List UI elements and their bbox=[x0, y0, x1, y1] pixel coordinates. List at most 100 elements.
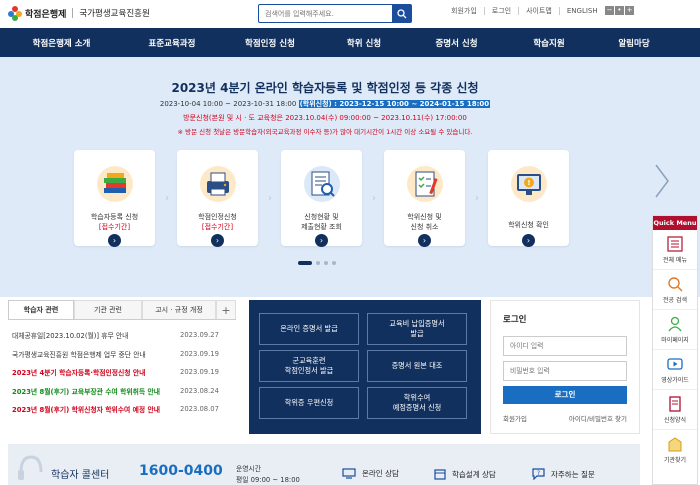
menu-grid-icon bbox=[667, 236, 683, 252]
nav-item-credit[interactable]: 학점인정 신청 bbox=[221, 28, 319, 57]
tab-regulations[interactable]: 고시 · 규정 개정 bbox=[142, 300, 216, 319]
slider-dot[interactable] bbox=[298, 261, 312, 265]
military-credit-button[interactable]: 군교육훈련 학점인정서 발급 bbox=[259, 350, 359, 382]
tuition-certificate-button[interactable]: 교육비 납입증명서 발급 bbox=[367, 313, 467, 345]
tab-institution[interactable]: 기관 관련 bbox=[74, 300, 142, 319]
degree-expected-button[interactable]: 학위수여 예정증명서 신청 bbox=[367, 387, 467, 419]
card-label: 신청현황 및 제출현황 조회 bbox=[301, 213, 342, 231]
online-consult-link[interactable]: 온라인 상담 bbox=[342, 468, 399, 479]
list-item[interactable]: 대체공휴일[2023.10.02(월)] 휴무 안내 2023.09.27 bbox=[8, 326, 236, 345]
chevron-right-icon: › bbox=[475, 193, 479, 204]
card-go-button[interactable]: › bbox=[315, 234, 328, 247]
slider-next-button[interactable] bbox=[652, 161, 672, 201]
logo-text: 학점은행제 bbox=[25, 9, 67, 20]
find-account-link[interactable]: 아이디/비밀번호 찾기 bbox=[569, 413, 627, 423]
font-decrease-button[interactable]: − bbox=[605, 6, 614, 15]
font-increase-button[interactable]: + bbox=[625, 6, 634, 15]
certificate-verify-button[interactable]: 증명서 원본 대조 bbox=[367, 350, 467, 382]
font-reset-button[interactable]: • bbox=[615, 6, 624, 15]
diploma-mail-button[interactable]: 학위증 우편신청 bbox=[259, 387, 359, 419]
hero-visit-notice: 방문신청(본원 및 시 · 도 교육청은 2023.10.04(수) 09:00… bbox=[183, 114, 467, 122]
slider-dot[interactable] bbox=[316, 261, 320, 265]
svg-text:?: ? bbox=[537, 470, 540, 477]
sitemap-link[interactable]: 사이트맵 bbox=[519, 6, 559, 16]
list-item[interactable]: 2023년 4분기 학습자등록·학점인정신청 안내 2023.09.19 bbox=[8, 363, 236, 382]
top-header: 학점은행제 국가평생교육진흥원 회원가입 로그인 사이트맵 ENGLISH − … bbox=[0, 0, 700, 28]
checklist-icon bbox=[407, 166, 443, 202]
faq-link[interactable]: ? 자주하는 질문 bbox=[532, 468, 595, 480]
site-logo[interactable]: 학점은행제 국가평생교육진흥원 bbox=[8, 5, 150, 21]
call-center-number: 1600-0400 bbox=[139, 463, 223, 479]
chevron-right-icon: › bbox=[268, 193, 272, 204]
video-icon bbox=[667, 358, 683, 370]
nav-item-certificate[interactable]: 증명서 신청 bbox=[409, 28, 504, 57]
notice-list: 대체공휴일[2023.10.02(월)] 휴무 안내 2023.09.27 국가평… bbox=[8, 320, 236, 419]
nav-item-curriculum[interactable]: 표준교육과정 bbox=[123, 28, 221, 57]
study-plan-consult-link[interactable]: 학습설계 상담 bbox=[434, 468, 496, 480]
call-center-label: 학습자 콜센터 bbox=[51, 470, 110, 481]
online-certificate-button[interactable]: 온라인 증명서 발급 bbox=[259, 313, 359, 345]
nav-item-support[interactable]: 학습지원 bbox=[504, 28, 594, 57]
nav-item-notice[interactable]: 알림마당 bbox=[594, 28, 674, 57]
list-item[interactable]: 2023년 8월(후기) 교육부장관 수여 학위취득 안내 2023.08.24 bbox=[8, 382, 236, 401]
quick-menu-video-guide[interactable]: 영상가이드 bbox=[653, 350, 697, 390]
org-name: 국가평생교육진흥원 bbox=[79, 9, 150, 19]
printer-icon bbox=[200, 166, 236, 202]
signup-link[interactable]: 회원가입 bbox=[503, 413, 527, 423]
hours-value: 평일 09:00 ~ 18:00 bbox=[236, 476, 300, 484]
alert-monitor-icon: ! bbox=[511, 166, 547, 202]
call-center-bar: 학습자 콜센터 1600-0400 운영시간 평일 09:00 ~ 18:00 … bbox=[8, 444, 640, 485]
monitor-icon bbox=[342, 468, 356, 479]
card-status-inquiry[interactable]: 신청현황 및 제출현황 조회 › bbox=[281, 150, 362, 247]
card-go-button[interactable]: › bbox=[108, 234, 121, 247]
card-credit-application[interactable]: 학점인정신청 [접수기간] › bbox=[177, 150, 258, 247]
hero-banner: 2023년 4분기 온라인 학습자등록 및 학점인정 등 각종 신청 2023-… bbox=[0, 57, 700, 297]
hero-date: 2023-10-04 10:00 ~ 2023-10-31 18:00 (학위신… bbox=[0, 99, 650, 109]
nav-item-degree[interactable]: 학위 신청 bbox=[319, 28, 409, 57]
password-input[interactable] bbox=[503, 361, 627, 381]
login-link[interactable]: 로그인 bbox=[485, 6, 518, 16]
search-input[interactable] bbox=[259, 5, 391, 22]
quick-menu-mypage[interactable]: 마이페이지 bbox=[653, 310, 697, 350]
list-item[interactable]: 국가평생교육진흥원 학점은행제 업무 중단 안내 2023.09.19 bbox=[8, 345, 236, 364]
more-plus-icon[interactable]: + bbox=[216, 300, 236, 319]
card-label: 학점인정신청 [접수기간] bbox=[198, 213, 237, 231]
slider-dot[interactable] bbox=[324, 261, 328, 265]
quick-menu-all[interactable]: 전체 메뉴 bbox=[653, 230, 697, 270]
login-title: 로그인 bbox=[503, 315, 527, 325]
card-degree-confirm[interactable]: ! 학위신청 확인 › bbox=[488, 150, 569, 247]
signup-link[interactable]: 회원가입 bbox=[444, 6, 484, 16]
tab-learner[interactable]: 학습자 관련 bbox=[8, 300, 74, 319]
quick-menu-major-search[interactable]: 전공 검색 bbox=[653, 270, 697, 310]
logo-mark-icon bbox=[8, 6, 22, 21]
certificate-quick-box: 온라인 증명서 발급 교육비 납입증명서 발급 군교육훈련 학점인정서 발급 증… bbox=[249, 300, 481, 434]
login-button[interactable]: 로그인 bbox=[503, 386, 627, 404]
search-box bbox=[258, 4, 412, 23]
slider-dot[interactable] bbox=[332, 261, 336, 265]
quick-menu-find-institution[interactable]: 기관찾기 bbox=[653, 430, 697, 470]
quick-menu-title: Quick Menu bbox=[653, 216, 697, 230]
card-label: 학위신청 및 신청 취소 bbox=[407, 213, 442, 231]
card-go-button[interactable]: › bbox=[522, 234, 535, 247]
search-button[interactable] bbox=[392, 5, 411, 22]
chat-question-icon: ? bbox=[532, 468, 545, 480]
building-icon bbox=[668, 437, 682, 452]
card-go-button[interactable]: › bbox=[418, 234, 431, 247]
card-learner-registration[interactable]: 학습자등록 신청 [접수기간] › bbox=[74, 150, 155, 247]
card-label: 학위신청 확인 bbox=[508, 221, 549, 229]
card-go-button[interactable]: › bbox=[211, 234, 224, 247]
document-icon bbox=[669, 396, 681, 412]
nav-item-intro[interactable]: 학점은행제 소개 bbox=[0, 28, 123, 57]
hero-wait-notice: ※ 방문 신청 첫날은 방문학습자(외국교육과정 이수자 등)가 많아 대기시간… bbox=[177, 128, 473, 136]
login-box: 로그인 로그인 회원가입 아이디/비밀번호 찾기 bbox=[490, 300, 640, 434]
english-link[interactable]: ENGLISH bbox=[560, 7, 605, 15]
chevron-right-icon: › bbox=[165, 193, 169, 204]
books-icon bbox=[97, 166, 133, 202]
card-degree-application[interactable]: 학위신청 및 신청 취소 › bbox=[384, 150, 465, 247]
id-input[interactable] bbox=[503, 336, 627, 356]
hero-date-main: 2023-10-04 10:00 ~ 2023-10-31 18:00 bbox=[159, 100, 297, 108]
svg-text:!: ! bbox=[527, 179, 530, 187]
list-item[interactable]: 2023년 8월(후기) 학위신청자 학위수여 예정 안내 2023.08.07 bbox=[8, 400, 236, 419]
notice-tabs: 학습자 관련 기관 관련 고시 · 규정 개정 + bbox=[8, 300, 236, 320]
quick-menu-forms[interactable]: 신청양식 bbox=[653, 390, 697, 430]
